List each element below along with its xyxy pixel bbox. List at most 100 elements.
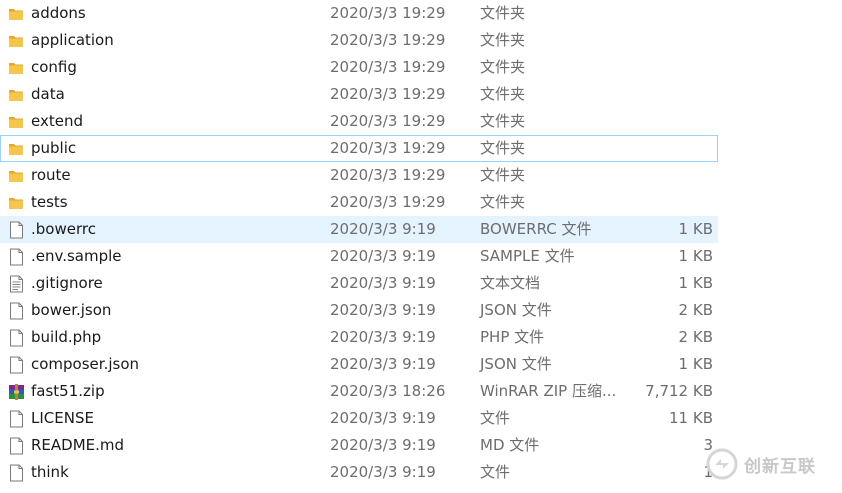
file-name: LICENSE bbox=[31, 409, 94, 427]
file-size: 1 KB bbox=[678, 220, 713, 238]
file-date-modified: 2020/3/3 19:29 bbox=[330, 58, 446, 76]
file-size: 2 KB bbox=[678, 301, 713, 319]
file-name: addons bbox=[31, 4, 86, 22]
file-size: 11 KB bbox=[669, 409, 713, 427]
file-date-modified: 2020/3/3 19:29 bbox=[330, 31, 446, 49]
file-icon bbox=[10, 221, 23, 239]
file-row[interactable]: route 2020/3/3 19:29 文件夹 bbox=[0, 162, 718, 189]
file-type: PHP 文件 bbox=[480, 328, 545, 346]
winrar-archive-icon bbox=[9, 384, 24, 400]
folder-icon bbox=[9, 63, 23, 74]
file-icon bbox=[10, 356, 23, 374]
file-date-modified: 2020/3/3 9:19 bbox=[330, 301, 436, 319]
file-type: JSON 文件 bbox=[480, 355, 552, 373]
file-name: application bbox=[31, 31, 114, 49]
file-name: config bbox=[31, 58, 77, 76]
file-date-modified: 2020/3/3 9:19 bbox=[330, 463, 436, 481]
file-name: route bbox=[31, 166, 71, 184]
file-date-modified: 2020/3/3 9:19 bbox=[330, 355, 436, 373]
file-row[interactable]: .gitignore 2020/3/3 9:19 文本文档 1 KB bbox=[0, 270, 718, 297]
file-name: data bbox=[31, 85, 65, 103]
file-icon bbox=[10, 248, 23, 266]
file-row[interactable]: data 2020/3/3 19:29 文件夹 bbox=[0, 81, 718, 108]
file-name: README.md bbox=[31, 436, 125, 454]
file-row[interactable]: build.php 2020/3/3 9:19 PHP 文件 2 KB bbox=[0, 324, 718, 351]
file-name: tests bbox=[31, 193, 68, 211]
file-row[interactable]: composer.json 2020/3/3 9:19 JSON 文件 1 KB bbox=[0, 351, 718, 378]
folder-icon bbox=[9, 117, 23, 128]
file-date-modified: 2020/3/3 19:29 bbox=[330, 193, 446, 211]
file-type: 文件夹 bbox=[480, 139, 526, 157]
folder-icon bbox=[9, 36, 23, 47]
file-icon bbox=[10, 437, 23, 455]
folder-icon bbox=[9, 144, 23, 155]
file-name: think bbox=[31, 463, 69, 481]
file-type: 文件夹 bbox=[480, 166, 526, 184]
file-type: 文件 bbox=[480, 409, 511, 427]
file-name: bower.json bbox=[31, 301, 112, 319]
file-row[interactable]: README.md 2020/3/3 9:19 MD 文件 3 bbox=[0, 432, 718, 459]
file-name: .gitignore bbox=[31, 274, 103, 292]
folder-icon bbox=[9, 9, 23, 20]
file-date-modified: 2020/3/3 18:26 bbox=[330, 382, 446, 400]
chuangxin-logo-icon bbox=[706, 448, 738, 480]
file-name: composer.json bbox=[31, 355, 140, 373]
file-icon bbox=[10, 464, 23, 482]
watermark-text: 创新互联 bbox=[744, 457, 816, 477]
file-row[interactable]: LICENSE 2020/3/3 9:19 文件 11 KB bbox=[0, 405, 718, 432]
file-date-modified: 2020/3/3 9:19 bbox=[330, 328, 436, 346]
file-type: 文本文档 bbox=[480, 274, 541, 292]
file-row[interactable]: fast51.zip 2020/3/3 18:26 WinRAR ZIP 压缩...… bbox=[0, 378, 718, 405]
file-type: 文件 bbox=[480, 463, 511, 481]
file-row[interactable]: config 2020/3/3 19:29 文件夹 bbox=[0, 54, 718, 81]
file-type: 文件夹 bbox=[480, 85, 526, 103]
file-name: .bowerrc bbox=[31, 220, 96, 238]
file-size: 1 KB bbox=[678, 274, 713, 292]
file-type: WinRAR ZIP 压缩... bbox=[480, 382, 617, 400]
file-date-modified: 2020/3/3 19:29 bbox=[330, 139, 446, 157]
file-list: addons 2020/3/3 19:29 文件夹 application 2020/3… bbox=[0, 0, 842, 493]
watermark: 创新互联 bbox=[700, 440, 840, 488]
file-row[interactable]: bower.json 2020/3/3 9:19 JSON 文件 2 KB bbox=[0, 297, 718, 324]
file-row[interactable]: .bowerrc 2020/3/3 9:19 BOWERRC 文件 1 KB bbox=[0, 216, 718, 243]
file-type: 文件夹 bbox=[480, 193, 526, 211]
folder-icon bbox=[9, 90, 23, 101]
file-date-modified: 2020/3/3 9:19 bbox=[330, 409, 436, 427]
file-type: 文件夹 bbox=[480, 58, 526, 76]
file-name: build.php bbox=[31, 328, 102, 346]
text-document-icon bbox=[10, 275, 23, 293]
file-row[interactable]: tests 2020/3/3 19:29 文件夹 bbox=[0, 189, 718, 216]
file-row[interactable]: .env.sample 2020/3/3 9:19 SAMPLE 文件 1 KB bbox=[0, 243, 718, 270]
file-row[interactable]: addons 2020/3/3 19:29 文件夹 bbox=[0, 0, 718, 27]
file-name: extend bbox=[31, 112, 83, 130]
folder-icon bbox=[9, 171, 23, 182]
file-date-modified: 2020/3/3 19:29 bbox=[330, 112, 446, 130]
file-icon bbox=[10, 329, 23, 347]
file-size: 1 KB bbox=[678, 355, 713, 373]
file-row[interactable]: extend 2020/3/3 19:29 文件夹 bbox=[0, 108, 718, 135]
file-size: 2 KB bbox=[678, 328, 713, 346]
file-type: 文件夹 bbox=[480, 4, 526, 22]
file-row[interactable]: application 2020/3/3 19:29 文件夹 bbox=[0, 27, 718, 54]
file-type: JSON 文件 bbox=[480, 301, 552, 319]
file-icon bbox=[10, 410, 23, 428]
file-size: 7,712 KB bbox=[645, 382, 713, 400]
file-row[interactable]: think 2020/3/3 9:19 文件 1 bbox=[0, 459, 718, 486]
file-date-modified: 2020/3/3 9:19 bbox=[330, 436, 436, 454]
file-name: fast51.zip bbox=[31, 382, 105, 400]
folder-icon bbox=[9, 198, 23, 209]
file-type: 文件夹 bbox=[480, 112, 526, 130]
file-date-modified: 2020/3/3 9:19 bbox=[330, 220, 436, 238]
file-type: 文件夹 bbox=[480, 31, 526, 49]
file-type: BOWERRC 文件 bbox=[480, 220, 592, 238]
file-date-modified: 2020/3/3 9:19 bbox=[330, 247, 436, 265]
file-date-modified: 2020/3/3 19:29 bbox=[330, 4, 446, 22]
file-date-modified: 2020/3/3 19:29 bbox=[330, 85, 446, 103]
file-date-modified: 2020/3/3 9:19 bbox=[330, 274, 436, 292]
file-icon bbox=[10, 302, 23, 320]
file-name: public bbox=[31, 139, 77, 157]
file-type: SAMPLE 文件 bbox=[480, 247, 575, 265]
file-row[interactable]: public 2020/3/3 19:29 文件夹 bbox=[0, 135, 718, 162]
file-name: .env.sample bbox=[31, 247, 122, 265]
file-date-modified: 2020/3/3 19:29 bbox=[330, 166, 446, 184]
